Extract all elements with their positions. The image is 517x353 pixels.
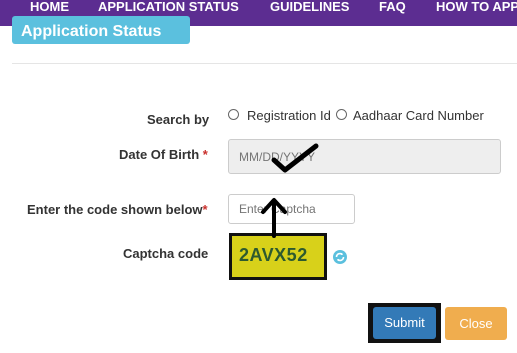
required-marker: * [202, 202, 208, 217]
captcha-image: 2AVX52 [229, 233, 327, 280]
dob-label-text: Date Of Birth [119, 147, 200, 162]
dob-input[interactable] [228, 139, 501, 174]
close-button[interactable]: Close [445, 307, 507, 340]
captcha-code-label: Captcha code [123, 246, 209, 261]
radio-registration-id[interactable] [228, 109, 239, 120]
arrow-up-annotation-icon [261, 198, 287, 238]
radio-aadhaar-label[interactable]: Aadhaar Card Number [353, 108, 484, 123]
radio-registration-id-label[interactable]: Registration Id [247, 108, 331, 123]
code-label-text: Enter the code shown below [27, 202, 203, 217]
nav-guidelines[interactable]: GUIDELINES [270, 0, 349, 13]
dob-label: Date Of Birth * [119, 147, 208, 162]
section-divider [12, 63, 517, 64]
checkmark-annotation-icon [271, 143, 319, 173]
nav-application-status[interactable]: APPLICATION STATUS [98, 0, 239, 13]
refresh-icon[interactable] [332, 249, 348, 265]
nav-how-to-apply[interactable]: HOW TO APP [436, 0, 517, 13]
search-by-label: Search by [147, 112, 210, 127]
submit-button[interactable]: Submit [373, 307, 436, 339]
code-label: Enter the code shown below* [27, 202, 208, 217]
required-marker: * [202, 147, 208, 162]
captcha-input[interactable] [228, 194, 355, 224]
radio-aadhaar-card-number[interactable] [336, 109, 347, 120]
nav-faq[interactable]: FAQ [379, 0, 406, 13]
nav-home[interactable]: HOME [30, 0, 69, 13]
captcha-value: 2AVX52 [239, 245, 308, 265]
section-title: Application Status [12, 16, 190, 44]
